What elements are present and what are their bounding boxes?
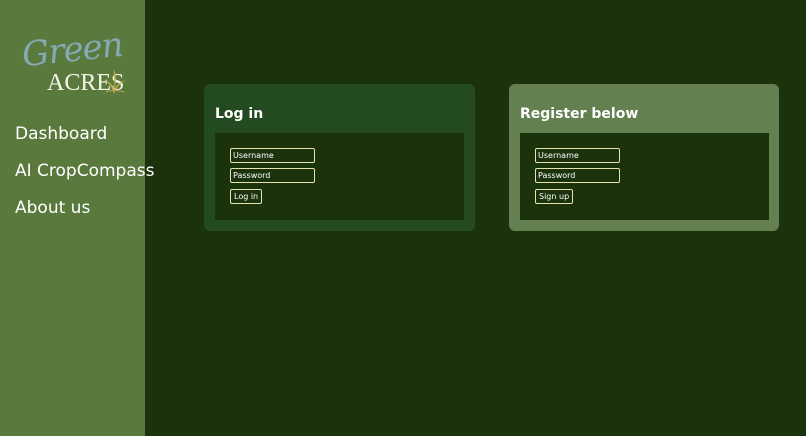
login-password-field[interactable]: Password bbox=[230, 168, 315, 183]
leaf-icon bbox=[103, 69, 126, 94]
register-card: Register below Username Password Sign up bbox=[509, 84, 779, 231]
sidebar: Green ACRES Dashboard AI CropCompass Abo… bbox=[0, 0, 154, 436]
sign-up-button[interactable]: Sign up bbox=[535, 189, 574, 204]
register-username-field[interactable]: Username bbox=[535, 148, 620, 163]
login-title: Log in bbox=[215, 106, 264, 122]
login-form: Username Password Log in bbox=[215, 133, 464, 220]
nav-item-dashboard[interactable]: Dashboard bbox=[15, 124, 154, 144]
register-form: Username Password Sign up bbox=[520, 133, 769, 220]
login-username-field[interactable]: Username bbox=[230, 148, 315, 163]
sidebar-nav: Dashboard AI CropCompass About us bbox=[15, 124, 154, 235]
register-password-field[interactable]: Password bbox=[535, 168, 620, 183]
green-acres-logo[interactable]: Green ACRES bbox=[20, 25, 130, 102]
register-title: Register below bbox=[520, 106, 639, 122]
nav-item-about-us[interactable]: About us bbox=[15, 198, 154, 218]
login-button[interactable]: Log in bbox=[230, 189, 263, 204]
login-card: Log in Username Password Log in bbox=[204, 84, 475, 231]
nav-item-ai-cropcompass[interactable]: AI CropCompass bbox=[15, 161, 154, 181]
